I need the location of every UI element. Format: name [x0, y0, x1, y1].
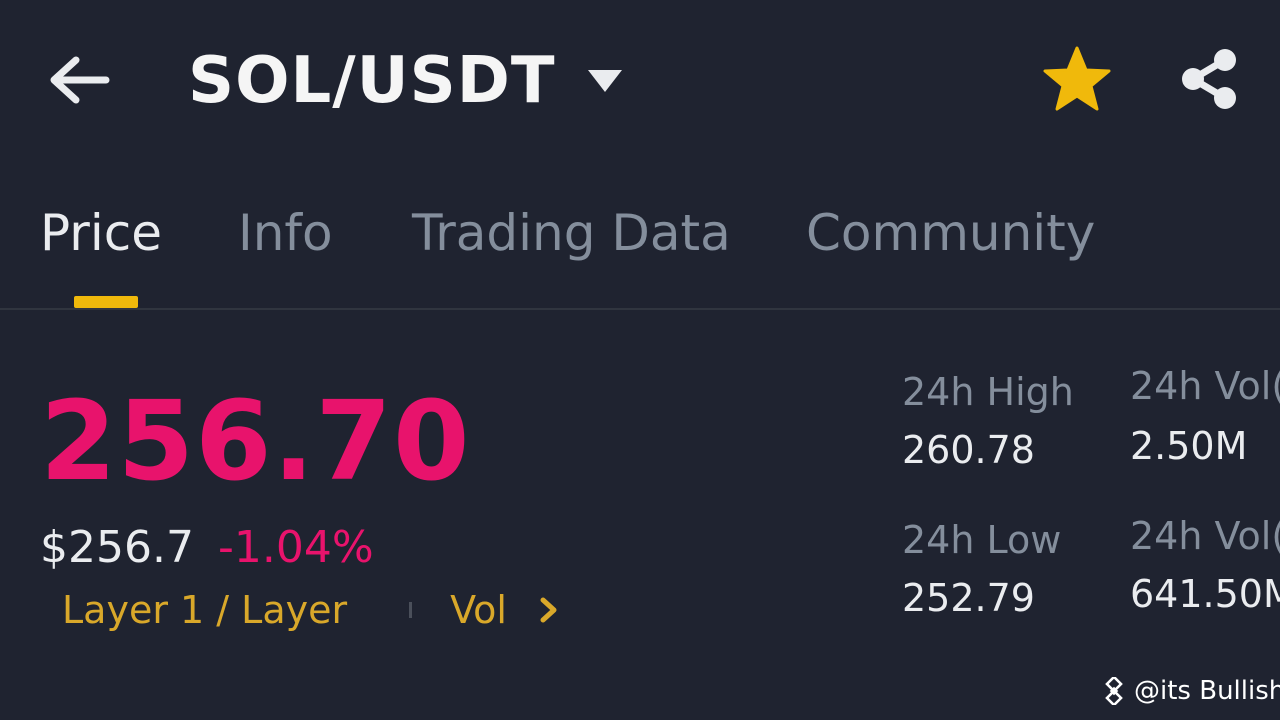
binance-logo-icon — [1105, 677, 1123, 705]
vol-base-24h-value: 2.50M — [1130, 424, 1248, 468]
category-tag[interactable]: Layer 1 / Layer — [62, 588, 347, 632]
last-price: 256.70 — [40, 377, 471, 505]
tab-info[interactable]: Info — [238, 204, 333, 262]
low-24h-label: 24h Low — [902, 518, 1062, 562]
tab-community[interactable]: Community — [806, 204, 1095, 262]
vol-quote-24h-value: 641.50M — [1130, 572, 1280, 616]
vol-tag[interactable]: Vol — [450, 588, 561, 632]
watermark: @its Bullish — [1100, 676, 1280, 706]
back-button[interactable] — [44, 50, 114, 110]
tag-separator — [409, 602, 413, 618]
price-change-percent: -1.04% — [217, 522, 374, 573]
caret-down-icon — [587, 70, 622, 92]
pair-selector[interactable]: SOL/USDT — [188, 36, 624, 126]
tab-trading-data[interactable]: Trading Data — [412, 204, 731, 262]
active-tab-indicator — [74, 296, 138, 308]
star-icon — [1043, 46, 1111, 111]
price-subrow: $256.7 -1.04% — [40, 522, 374, 573]
share-button[interactable] — [1175, 44, 1245, 114]
pair-title: SOL/USDT — [188, 44, 556, 118]
vol-quote-24h-label: 24h Vol(U — [1130, 514, 1280, 558]
chevron-right-icon — [540, 597, 557, 623]
vol-tag-label: Vol — [450, 588, 507, 632]
tab-price[interactable]: Price — [40, 204, 162, 262]
arrow-left-icon — [50, 56, 110, 104]
market-detail-screen: SOL/USDT Price Info Trading Data Communi… — [0, 0, 1280, 720]
share-icon — [1182, 49, 1236, 109]
tab-bar: Price Info Trading Data Community — [0, 190, 1280, 310]
high-24h-value: 260.78 — [902, 428, 1035, 472]
vol-base-24h-label: 24h Vol(S — [1130, 364, 1280, 408]
tags-row: Layer 1 / Layer Vol — [62, 588, 561, 632]
usd-price: $256.7 — [40, 522, 194, 573]
tabs-divider — [0, 308, 1280, 310]
watermark-text: @its Bullish — [1134, 676, 1280, 706]
high-24h-label: 24h High — [902, 370, 1074, 414]
low-24h-value: 252.79 — [902, 576, 1035, 620]
favorite-button[interactable] — [1042, 44, 1112, 114]
